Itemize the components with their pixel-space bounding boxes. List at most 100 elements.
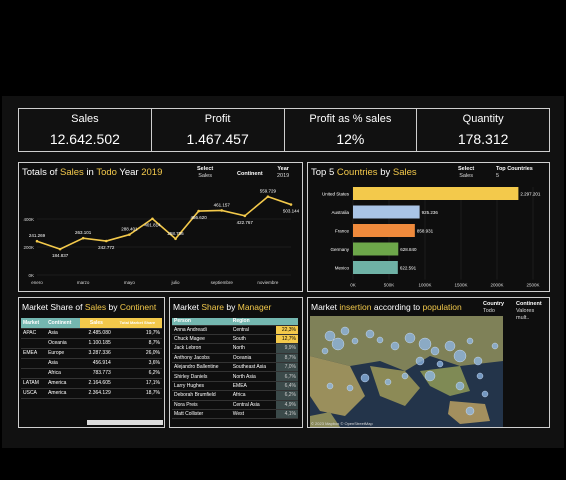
cell-share: 6,7%: [275, 371, 298, 382]
continent-filter[interactable]: Continent: [237, 171, 263, 178]
table-row[interactable]: Alejandro Ballentine Southeast Asia 7,0%: [172, 362, 298, 373]
data-point: [289, 203, 293, 206]
cell-share: 22,3%: [275, 325, 298, 335]
cell-share: 12,7%: [275, 334, 298, 345]
population-bubble[interactable]: [424, 370, 436, 382]
country-filter[interactable]: Country Todo: [483, 301, 504, 315]
kpi-title: Quantity: [462, 113, 504, 125]
category-label: Australia: [331, 210, 349, 215]
data-point: [151, 217, 154, 221]
table-row[interactable]: Nora Preis Central Asia 4,9%: [172, 400, 298, 411]
cell-region: North: [230, 343, 276, 354]
population-bubble[interactable]: [481, 390, 489, 398]
table-row[interactable]: Matt Collister West 4,1%: [172, 409, 298, 420]
table-row[interactable]: Oceania 1.100.185 8,7%: [21, 338, 162, 349]
table-row[interactable]: Larry Hughes EMEA 6,4%: [172, 381, 298, 392]
cell-sales: 1.100.185: [80, 338, 113, 349]
population-bubble[interactable]: [436, 360, 444, 368]
data-label: 263.101: [75, 230, 92, 235]
cell-region: Central Asia: [230, 400, 276, 411]
population-bubble[interactable]: [430, 346, 440, 356]
population-bubble[interactable]: [415, 356, 425, 366]
table-row[interactable]: EMEA Europe 3.287.336 26,0%: [21, 348, 162, 359]
table-row[interactable]: Anna Andreadi Central 22,3%: [172, 325, 298, 335]
data-label: 422.767: [237, 220, 254, 225]
cell-person: Jack Lebron: [172, 343, 231, 354]
population-bubble[interactable]: [404, 332, 416, 344]
y-tick-label: 200K: [23, 245, 34, 250]
data-label: 503.144: [283, 209, 300, 214]
population-bubble[interactable]: [466, 337, 474, 345]
year-filter[interactable]: Year 2019: [277, 166, 289, 180]
x-tick-label: mayo: [124, 280, 136, 285]
population-bubble[interactable]: [455, 381, 465, 391]
scrollbar[interactable]: [87, 420, 163, 425]
x-tick-label: julio: [171, 280, 181, 285]
data-label: 461.157: [214, 202, 231, 207]
population-bubble[interactable]: [453, 349, 467, 363]
data-point: [128, 233, 131, 236]
map-graphic: [310, 316, 503, 427]
cell-share: 3,6%: [112, 358, 162, 369]
population-bubble[interactable]: [346, 384, 354, 392]
population-bubble[interactable]: [418, 337, 432, 351]
population-bubble[interactable]: [340, 326, 350, 336]
population-bubble[interactable]: [321, 347, 329, 355]
data-label: 622.591: [400, 266, 417, 271]
population-bubble[interactable]: [444, 340, 456, 352]
population-bubble[interactable]: [331, 337, 345, 351]
continent-share-panel: Market Share of Sales by Continent Marke…: [18, 297, 165, 428]
cell-market: [21, 358, 47, 369]
data-label: 184.837: [52, 253, 69, 258]
table-row[interactable]: Africa 783.773 6,2%: [21, 368, 162, 379]
kpi-value: 1.467.457: [186, 131, 249, 147]
population-bubble[interactable]: [491, 342, 499, 350]
cell-continent: Asia: [46, 358, 81, 369]
kpi-title: Profit: [204, 113, 231, 125]
population-bubble[interactable]: [326, 382, 334, 390]
sales-line-chart: 0K 200K 400K enero marzo mayo julio septiembre n…: [23, 189, 300, 285]
cell-market: APAC: [21, 328, 47, 339]
cell-sales: 456.914: [80, 358, 113, 369]
select-measure-control[interactable]: Select Sales: [197, 166, 213, 180]
population-bubble[interactable]: [351, 337, 359, 345]
table-row[interactable]: Shirley Daniels North Asia 6,7%: [172, 371, 298, 382]
top-countries-control[interactable]: Top Countries 5: [496, 166, 533, 180]
cell-region: Oceania: [230, 353, 276, 364]
population-bubble[interactable]: [390, 341, 400, 351]
continent-share-table: Market Continent Sales Total Market Shar…: [21, 318, 162, 399]
data-label: 401.814: [144, 223, 161, 228]
population-bubble[interactable]: [376, 336, 384, 344]
cell-share: 6,4%: [275, 381, 298, 392]
data-point: [243, 214, 247, 218]
population-bubble[interactable]: [365, 329, 375, 339]
cell-share: 9,9%: [275, 343, 298, 354]
cell-continent: Oceania: [46, 338, 81, 349]
table-row[interactable]: APAC Asia 2.485.080 19,7%: [21, 328, 162, 339]
table-row[interactable]: Jack Lebron North 9,9%: [172, 343, 298, 354]
continent-filter[interactable]: Continent Valores mult..: [516, 301, 549, 322]
table-row[interactable]: Chuck Magee South 12,7%: [172, 334, 298, 345]
data-label: 288.401: [121, 227, 138, 232]
population-bubble[interactable]: [465, 406, 475, 416]
table-row[interactable]: Asia 456.914 3,6%: [21, 358, 162, 369]
x-tick-label: 1500K: [454, 283, 467, 288]
population-bubble[interactable]: [473, 356, 483, 366]
table-row[interactable]: LATAM America 2.164.605 17,1%: [21, 378, 162, 389]
population-bubble[interactable]: [360, 373, 370, 383]
cell-market: [21, 368, 47, 379]
world-map[interactable]: © 2023 Mapbox © OpenStreetMap: [310, 316, 503, 427]
table-row[interactable]: Deborah Brumfield Africa 6,2%: [172, 390, 298, 401]
panel-title: Market insertion according to population: [311, 302, 462, 312]
population-bubble[interactable]: [476, 372, 484, 380]
population-bubble[interactable]: [401, 372, 409, 380]
panel-title: Market Share of Sales by Continent: [22, 302, 157, 312]
population-bubble[interactable]: [324, 330, 336, 342]
table-row[interactable]: USCA America 2.364.129 18,7%: [21, 388, 162, 399]
table-row[interactable]: Anthony Jacobs Oceania 8,7%: [172, 353, 298, 364]
select-measure-control[interactable]: Select Sales: [458, 166, 474, 180]
cell-person: Matt Collister: [172, 409, 231, 420]
panel-title: Totals of Sales in Todo Year 2019: [22, 167, 163, 178]
cell-person: Nora Preis: [172, 400, 231, 411]
population-bubble[interactable]: [384, 378, 392, 386]
